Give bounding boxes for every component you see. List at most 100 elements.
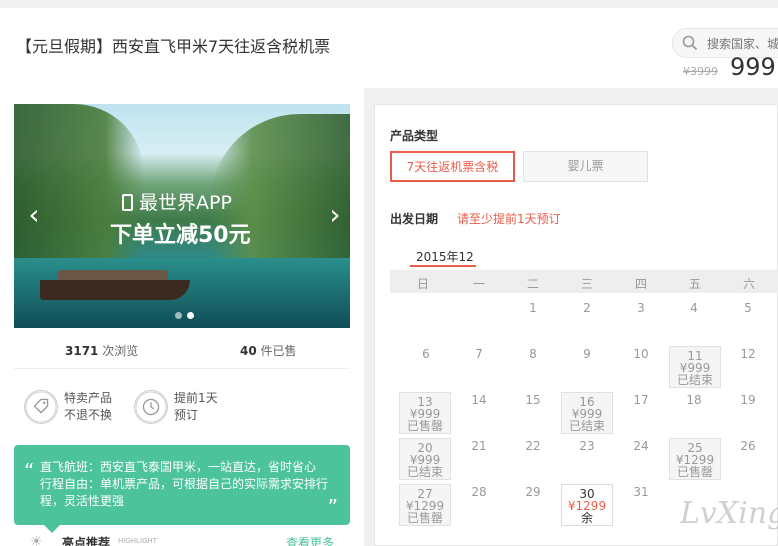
search-input[interactable]: 搜索国家、城 [707, 35, 778, 52]
feature-line: 特卖产品 [64, 391, 113, 405]
views-stat: 3171 次浏览 [65, 342, 138, 359]
tag-icon [24, 390, 58, 424]
calendar-day: 19 [722, 394, 774, 436]
weekday-label: 五 [688, 277, 701, 291]
current-price: 999元 [730, 53, 778, 81]
view-more-link[interactable]: 查看更多 [286, 534, 334, 546]
calendar-day: 14 [453, 394, 505, 436]
feature-line: 不退不换 [64, 408, 113, 422]
day-number: 24 [633, 439, 649, 453]
calendar-day: 21 [453, 440, 505, 482]
day-number: 27 [417, 487, 433, 501]
divider [14, 368, 350, 369]
day-number: 7 [475, 347, 483, 361]
product-option-infant[interactable]: 婴儿票 [523, 151, 648, 182]
day-number: 19 [740, 393, 756, 407]
quote-open: “ [24, 459, 35, 483]
weekday-label: 日 [416, 277, 429, 291]
day-status: 已售罄 [406, 419, 443, 433]
calendar-day: 7 [453, 348, 505, 390]
phone-icon [122, 194, 133, 211]
day-status: 已结束 [676, 373, 713, 387]
calendar-day: 22 [507, 440, 559, 482]
sold-count: 40 [240, 344, 257, 358]
calendar-day: 12 [722, 348, 774, 390]
calendar-day-priced[interactable]: 13 ¥999 已售罄 [399, 392, 451, 434]
sold-stat: 40 件已售 [240, 342, 297, 359]
clock-icon [134, 390, 168, 424]
day-number: 10 [633, 347, 649, 361]
feature-line: 预订 [174, 408, 199, 422]
calendar-day: 9 [561, 348, 613, 390]
day-status: 已售罄 [406, 511, 443, 525]
day-number: 12 [740, 347, 756, 361]
day-number: 4 [690, 301, 698, 315]
day-number: 1 [529, 301, 537, 315]
banner-app-label: 最世界APP [139, 192, 232, 214]
calendar-day-available[interactable]: 30 ¥1299 余 [561, 484, 613, 526]
calendar-day-priced[interactable]: 11 ¥999 已结束 [669, 346, 721, 388]
page-title: 【元旦假期】西安直飞甲米7天往返含税机票 [16, 37, 331, 56]
highlight-summary: “ 直飞航班：西安直飞泰国甲米，一站直达，省时省心 行程自由：单机票产品，可根据… [14, 445, 350, 525]
day-status: 已结束 [406, 465, 443, 479]
date-hint: 请至少提前1天预订 [457, 212, 561, 226]
weekday-label: 三 [580, 277, 593, 291]
day-number: 8 [529, 347, 537, 361]
feature-line: 提前1天 [174, 391, 218, 405]
calendar-day: 31 [615, 486, 667, 528]
highlight-text: 直飞航班：西安直飞泰国甲米，一站直达，省时省心 行程自由：单机票产品，可根据自己… [40, 460, 329, 508]
calendar-day-priced[interactable]: 20 ¥999 已结束 [399, 438, 451, 480]
carousel-next-button[interactable]: › [325, 200, 345, 230]
search-icon[interactable] [682, 35, 698, 51]
calendar-day: 15 [507, 394, 559, 436]
day-number: 14 [471, 393, 487, 407]
recommend-subtitle: HIGHLIGHT [118, 537, 157, 545]
recommend-header: ☀ 亮点推荐 HIGHLIGHT 查看更多 [30, 532, 350, 546]
carousel-dot-active[interactable] [187, 312, 194, 319]
calendar-day-priced[interactable]: 27 ¥1299 已售罄 [399, 484, 451, 526]
weekday-label: 四 [634, 277, 647, 291]
day-number: 23 [579, 439, 595, 453]
recommend-title: 亮点推荐 [62, 536, 111, 546]
day-number: 20 [417, 441, 433, 455]
carousel-dot[interactable] [175, 312, 182, 319]
day-number: 11 [687, 349, 703, 363]
views-label: 次浏览 [98, 344, 139, 358]
calendar-day: 3 [615, 302, 667, 344]
calendar-day: 2 [561, 302, 613, 344]
day-number: 28 [471, 485, 487, 499]
calendar-day: 8 [507, 348, 559, 390]
views-count: 3171 [65, 344, 99, 358]
day-number: 6 [422, 347, 430, 361]
day-status: 已结束 [568, 419, 605, 433]
sun-icon: ☀ [30, 534, 43, 546]
calendar-day: 24 [615, 440, 667, 482]
calendar-day: 18 [668, 394, 720, 436]
day-number: 29 [525, 485, 541, 499]
calendar-day-priced[interactable]: 16 ¥999 已结束 [561, 392, 613, 434]
day-number: 25 [687, 441, 703, 455]
day-number: 30 [579, 487, 595, 501]
day-number: 9 [583, 347, 591, 361]
price-value: 999 [730, 53, 776, 81]
day-number: 2 [583, 301, 591, 315]
day-number: 26 [740, 439, 756, 453]
quote-close: ” [327, 495, 338, 519]
day-number: 15 [525, 393, 541, 407]
banner-promo-text: 下单立减50元 [110, 223, 251, 248]
weekday-label: 一 [472, 277, 485, 291]
departure-date-label: 出发日期 [390, 212, 439, 226]
day-number: 21 [471, 439, 487, 453]
calendar-day: 1 [507, 302, 559, 344]
product-type-label: 产品类型 [390, 129, 439, 143]
calendar-day: 29 [507, 486, 559, 528]
month-tab-underline [410, 265, 476, 267]
sold-label: 件已售 [256, 344, 297, 358]
calendar-day-priced[interactable]: 25 ¥1299 已售罄 [669, 438, 721, 480]
carousel-prev-button[interactable]: ‹ [24, 200, 44, 230]
weekday-label: 六 [742, 277, 755, 291]
calendar-day: 17 [615, 394, 667, 436]
page-header: 【元旦假期】西安直飞甲米7天往返含税机票 搜索国家、城 ¥3999 999元 [0, 8, 778, 88]
product-option-roundtrip[interactable]: 7天往返机票含税 [390, 151, 515, 182]
month-tab[interactable]: 2015年12 [416, 248, 474, 265]
